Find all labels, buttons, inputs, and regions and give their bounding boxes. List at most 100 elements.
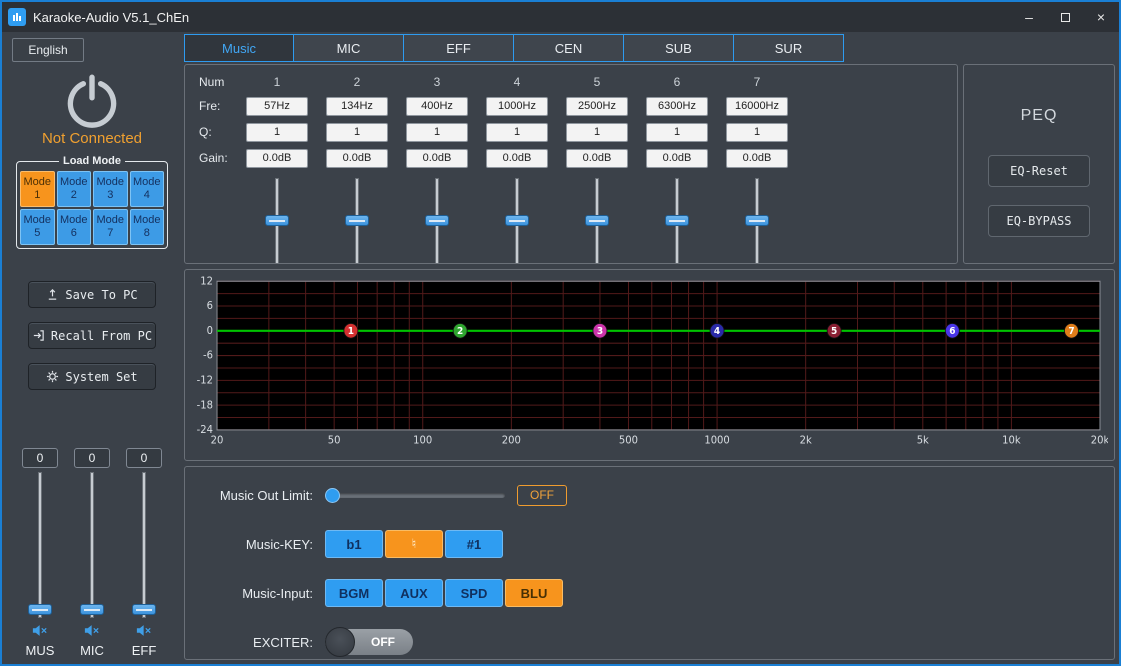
eq-bypass-button[interactable]: EQ-BYPASS <box>988 205 1090 237</box>
band-3-freq-input[interactable] <box>406 97 468 116</box>
tab-cen[interactable]: CEN <box>514 34 624 62</box>
toggle-knob[interactable] <box>325 627 355 657</box>
music-input-buttons: BGMAUXSPDBLU <box>325 579 563 607</box>
slider-handle[interactable] <box>425 215 449 226</box>
mode-button-3[interactable]: Mode 3 <box>93 171 128 207</box>
language-button[interactable]: English <box>12 38 84 62</box>
slider-handle[interactable] <box>28 604 52 615</box>
band-1-gain-slider[interactable] <box>262 178 292 264</box>
band-1-q-input[interactable] <box>246 123 308 142</box>
mode-button-1[interactable]: Mode 1 <box>20 171 55 207</box>
band-3-gain-input[interactable] <box>406 149 468 168</box>
exciter-toggle[interactable]: OFF <box>325 629 413 655</box>
music-out-limit-slider[interactable] <box>325 487 505 504</box>
mute-speaker-icon[interactable] <box>136 624 152 638</box>
maximize-button[interactable] <box>1047 2 1083 32</box>
mixer-eff-value[interactable]: 0 <box>126 448 162 468</box>
system-set-button[interactable]: System Set <box>28 363 156 390</box>
band-6-gain-slider[interactable] <box>662 178 692 264</box>
mixer-mus-value[interactable]: 0 <box>22 448 58 468</box>
band-7-q-input[interactable] <box>726 123 788 142</box>
band-6-freq-input[interactable] <box>646 97 708 116</box>
tab-sub[interactable]: SUB <box>624 34 734 62</box>
band-3-number: 3 <box>397 75 477 89</box>
band-3-q-input[interactable] <box>406 123 468 142</box>
mixer-mic-value[interactable]: 0 <box>74 448 110 468</box>
band-5-q-input[interactable] <box>566 123 628 142</box>
slider-knob[interactable] <box>325 488 340 503</box>
band-1-gain-input[interactable] <box>246 149 308 168</box>
tab-sur[interactable]: SUR <box>734 34 844 62</box>
mute-speaker-icon[interactable] <box>32 624 48 638</box>
band-2-q-input[interactable] <box>326 123 388 142</box>
mute-speaker-icon[interactable] <box>84 624 100 638</box>
slider-handle[interactable] <box>585 215 609 226</box>
svg-text:5k: 5k <box>917 434 929 446</box>
band-7-gain-slider[interactable] <box>742 178 772 264</box>
eq-response-chart[interactable]: 1260-6-12-18-24205010020050010002k5k10k2… <box>189 276 1108 454</box>
music-out-limit-off-button[interactable]: OFF <box>517 485 567 506</box>
music-key-flat-button[interactable]: b1 <box>325 530 383 558</box>
mode-grid: Mode 1Mode 2Mode 3Mode 4Mode 5Mode 6Mode… <box>20 171 164 245</box>
music-input-bgm-button[interactable]: BGM <box>325 579 383 607</box>
svg-text:1: 1 <box>348 326 354 337</box>
close-button[interactable]: × <box>1083 2 1119 32</box>
titlebar[interactable]: Karaoke-Audio V5.1_ChEn – × <box>2 2 1119 32</box>
mode-button-5[interactable]: Mode 5 <box>20 209 55 245</box>
slider-handle[interactable] <box>665 215 689 226</box>
tab-mic[interactable]: MIC <box>294 34 404 62</box>
slider-handle[interactable] <box>265 215 289 226</box>
music-input-blu-button[interactable]: BLU <box>505 579 563 607</box>
tab-eff[interactable]: EFF <box>404 34 514 62</box>
band-7-freq-input[interactable] <box>726 97 788 116</box>
output-mixers: 0MUS0MIC0EFF <box>19 448 165 658</box>
tab-music[interactable]: Music <box>184 34 294 62</box>
band-7-gain-input[interactable] <box>726 149 788 168</box>
band-6-gain-input[interactable] <box>646 149 708 168</box>
window-controls: – × <box>1011 2 1119 32</box>
recall-from-pc-button[interactable]: Recall From PC <box>28 322 156 349</box>
band-2-gain-input[interactable] <box>326 149 388 168</box>
band-3-gain-slider[interactable] <box>422 178 452 264</box>
svg-text:500: 500 <box>619 434 638 446</box>
band-5-gain-input[interactable] <box>566 149 628 168</box>
load-mode-group: Load Mode Mode 1Mode 2Mode 3Mode 4Mode 5… <box>16 155 168 249</box>
slider-handle[interactable] <box>80 604 104 615</box>
band-6-q-input[interactable] <box>646 123 708 142</box>
band-5-gain-slider[interactable] <box>582 178 612 264</box>
slider-handle[interactable] <box>505 215 529 226</box>
mode-button-6[interactable]: Mode 6 <box>57 209 92 245</box>
mode-button-7[interactable]: Mode 7 <box>93 209 128 245</box>
mixer-eff-fader[interactable] <box>129 472 159 618</box>
eq-graph-panel: 1260-6-12-18-24205010020050010002k5k10k2… <box>184 269 1115 461</box>
music-key-sharp-button[interactable]: #1 <box>445 530 503 558</box>
band-4-gain-input[interactable] <box>486 149 548 168</box>
band-4-gain-slider[interactable] <box>502 178 532 264</box>
slider-handle[interactable] <box>132 604 156 615</box>
eq-reset-button[interactable]: EQ-Reset <box>988 155 1090 187</box>
recall-icon <box>32 329 45 342</box>
minimize-button[interactable]: – <box>1011 2 1047 32</box>
mixer-mus-fader[interactable] <box>25 472 55 618</box>
mixer-mic-fader[interactable] <box>77 472 107 618</box>
band-2-gain-slider[interactable] <box>342 178 372 264</box>
slider-handle[interactable] <box>745 215 769 226</box>
mode-button-2[interactable]: Mode 2 <box>57 171 92 207</box>
band-4-freq-input[interactable] <box>486 97 548 116</box>
slider-handle[interactable] <box>345 215 369 226</box>
svg-text:2k: 2k <box>800 434 812 446</box>
band-2-freq-input[interactable] <box>326 97 388 116</box>
band-5-freq-input[interactable] <box>566 97 628 116</box>
mode-button-8[interactable]: Mode 8 <box>130 209 165 245</box>
save-to-pc-button[interactable]: Save To PC <box>28 281 156 308</box>
band-4-q-input[interactable] <box>486 123 548 142</box>
music-key-natural-button[interactable]: ♮ <box>385 530 443 558</box>
music-input-aux-button[interactable]: AUX <box>385 579 443 607</box>
music-out-limit-label: Music Out Limit: <box>195 488 313 503</box>
band-2-number: 2 <box>317 75 397 89</box>
music-input-spd-button[interactable]: SPD <box>445 579 503 607</box>
band-1-freq-input[interactable] <box>246 97 308 116</box>
mode-button-4[interactable]: Mode 4 <box>130 171 165 207</box>
eq-row-label-q: Q: <box>189 125 237 139</box>
music-key-row: Music-KEY: b1♮#1 <box>185 530 1114 558</box>
